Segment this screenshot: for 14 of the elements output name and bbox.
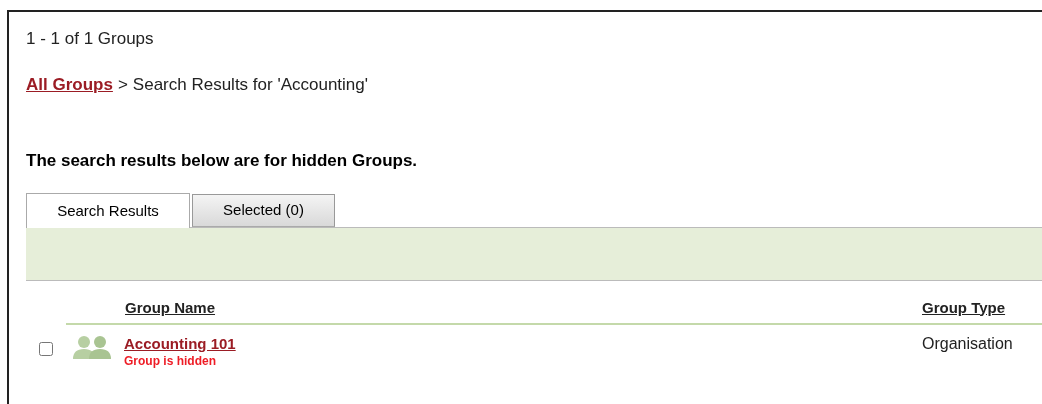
column-header[interactable]: Group Name — [125, 296, 215, 319]
group-status: Group is hidden — [124, 353, 217, 369]
results-count: 1 - 1 of 1 Groups — [26, 28, 155, 50]
group-name-link[interactable]: Accounting 101 — [124, 335, 236, 353]
group-icon — [72, 335, 112, 359]
row-checkbox[interactable] — [39, 342, 53, 356]
tab[interactable]: Selected (0) — [192, 194, 335, 227]
all-groups-link[interactable]: All Groups — [26, 74, 113, 96]
breadcrumb-current: Search Results for 'Accounting' — [132, 74, 368, 96]
hidden-groups-notice: The search results below are for hidden Groups. — [26, 150, 419, 172]
column-header[interactable]: Group Type — [922, 296, 1042, 319]
tab[interactable]: Search Results — [26, 193, 190, 228]
breadcrumb-separator: > — [117, 74, 128, 96]
group-type-cell-text: Organisation — [922, 335, 1014, 353]
